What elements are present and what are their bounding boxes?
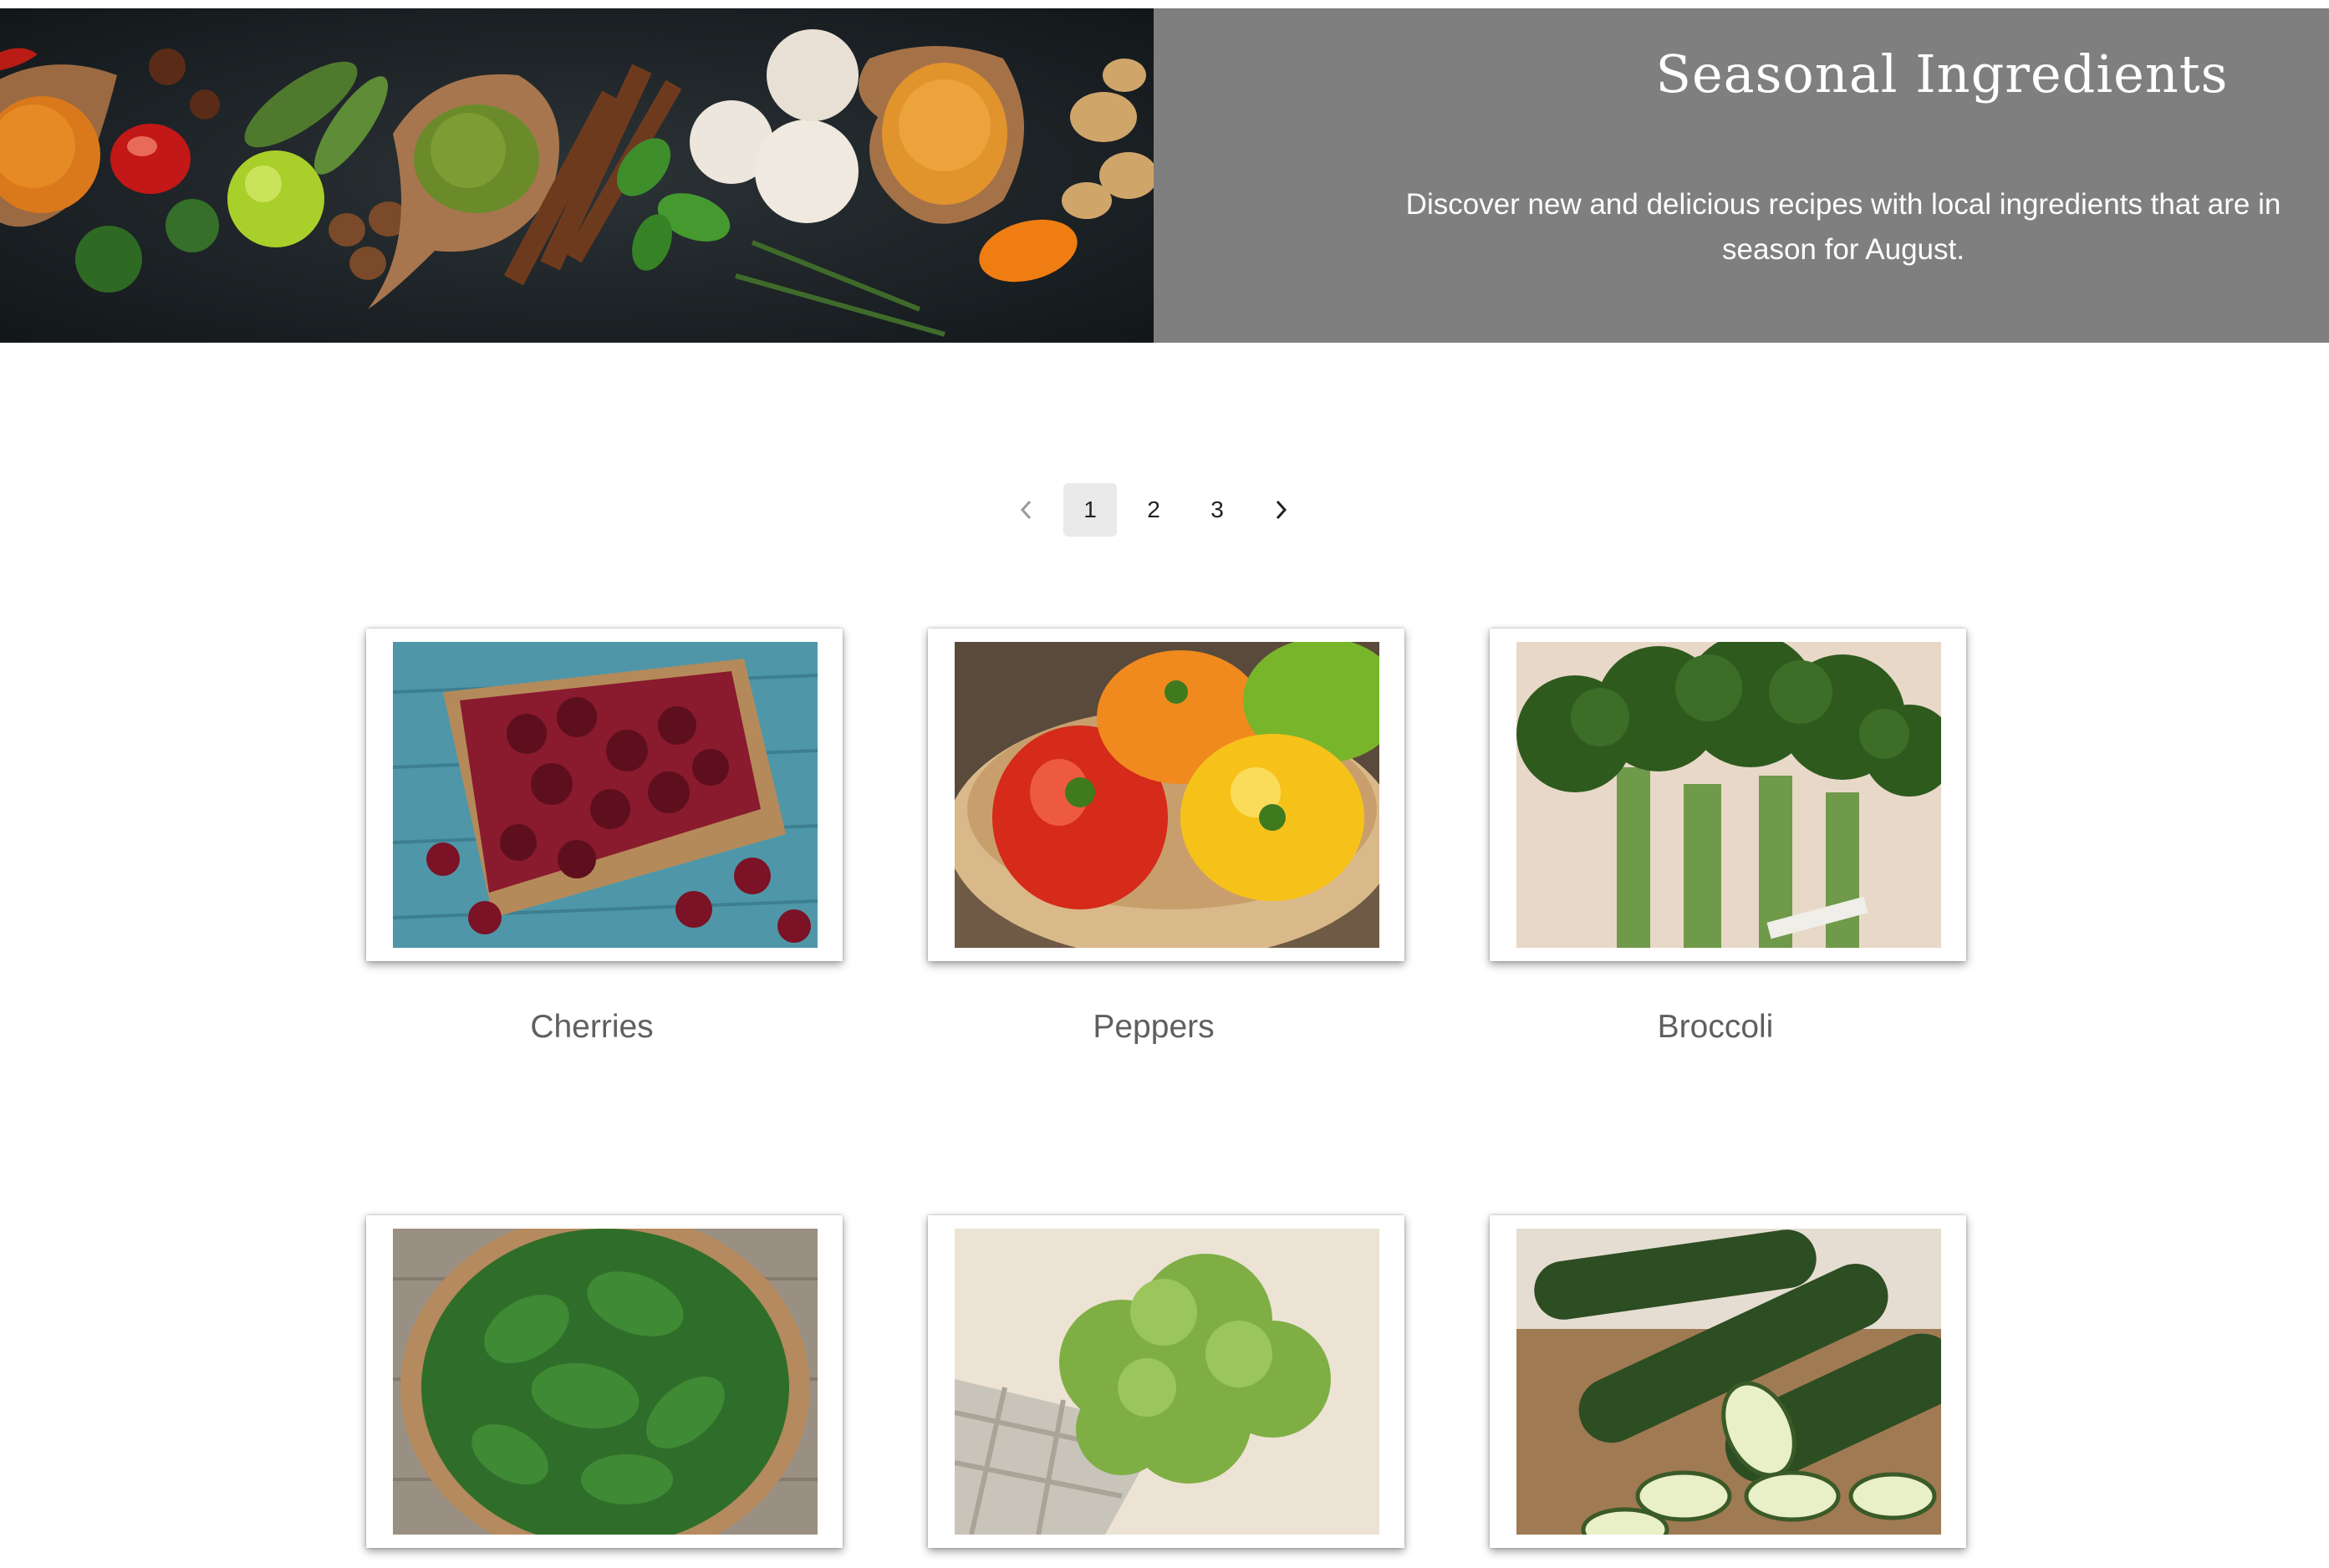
lettuce-image <box>955 1229 1379 1535</box>
hero-banner: Seasonal Ingredients Discover new and de… <box>0 8 2329 343</box>
hero-description: Discover new and delicious recipes with … <box>1405 188 2281 266</box>
zucchini-image <box>1516 1229 1941 1535</box>
cherries-image <box>393 642 818 948</box>
ingredient-card-broccoli[interactable] <box>1490 629 1966 961</box>
spices-banner-image <box>0 8 1154 343</box>
ingredient-name[interactable]: Cherries <box>354 1009 830 1046</box>
chevron-left-icon <box>1017 499 1036 521</box>
peppers-image <box>955 642 1379 948</box>
chevron-right-icon <box>1272 499 1290 521</box>
broccoli-image <box>1516 642 1941 948</box>
ingredient-card-zucchini[interactable] <box>1490 1215 1966 1548</box>
page-title: Seasonal Ingredients <box>1655 43 2229 104</box>
pagination-prev-button[interactable] <box>1000 483 1053 537</box>
hero-text-panel: Seasonal Ingredients Discover new and de… <box>1154 8 2329 343</box>
ingredient-card-lettuce[interactable] <box>928 1215 1404 1548</box>
pagination-page-3[interactable]: 3 <box>1190 483 1244 537</box>
ingredient-name[interactable]: Peppers <box>915 1009 1392 1046</box>
ingredient-card-cherries[interactable] <box>366 629 843 961</box>
ingredient-card-spinach[interactable] <box>366 1215 843 1548</box>
ingredient-name[interactable]: Broccoli <box>1477 1009 1954 1046</box>
pagination-next-button[interactable] <box>1254 483 1307 537</box>
pagination-page-2[interactable]: 2 <box>1127 483 1180 537</box>
spinach-image <box>393 1229 818 1535</box>
ingredient-card-peppers[interactable] <box>928 629 1404 961</box>
pagination: 1 2 3 <box>1000 483 1307 537</box>
pagination-page-1[interactable]: 1 <box>1063 483 1117 537</box>
